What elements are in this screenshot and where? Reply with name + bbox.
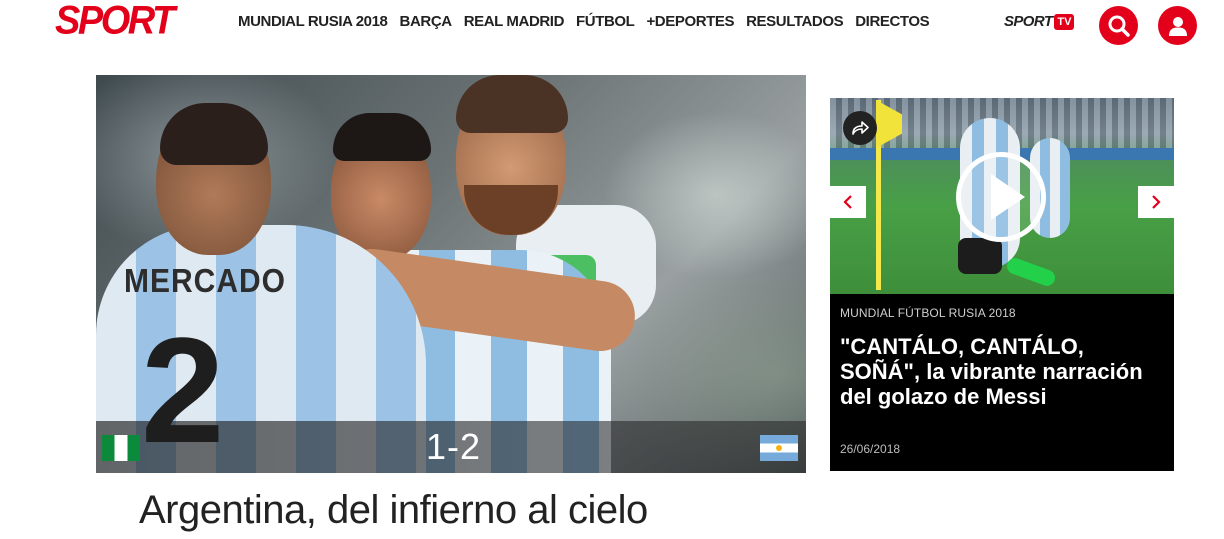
hero-headline[interactable]: Argentina, del infierno al cielo (139, 485, 648, 535)
sport-tv-link[interactable]: SPORT TV (1004, 12, 1075, 32)
score-bar: 1-2 (96, 421, 806, 473)
nav-item-resultados[interactable]: RESULTADOS (746, 12, 844, 32)
card-title[interactable]: "CANTÁLO, CANTÁLO, SOÑÁ", la vibrante na… (840, 334, 1165, 409)
nav-item-real-madrid[interactable]: REAL MADRID (464, 12, 565, 32)
sport-tv-word: SPORT (1004, 13, 1053, 30)
player-hair (333, 113, 431, 161)
argentina-flag-icon (760, 435, 798, 461)
user-icon (1168, 16, 1187, 36)
match-score: 1-2 (426, 426, 482, 467)
search-icon (1108, 15, 1130, 37)
nav-item-directos[interactable]: DIRECTOS (855, 12, 929, 32)
video-thumbnail[interactable] (830, 98, 1174, 294)
jersey-name: MERCADO (124, 263, 286, 300)
hero-image[interactable]: MERCADO 2 1-2 (96, 75, 806, 473)
user-button[interactable] (1158, 6, 1197, 45)
card-date: 26/06/2018 (840, 442, 901, 456)
prev-button[interactable] (830, 186, 866, 218)
main-nav: MUNDIAL RUSIA 2018 BARÇA REAL MADRID FÚT… (238, 12, 930, 32)
player-shorts (958, 238, 1002, 274)
nav-item-futbol[interactable]: FÚTBOL (576, 12, 635, 32)
nav-item-barca[interactable]: BARÇA (400, 12, 453, 32)
search-button[interactable] (1099, 6, 1138, 45)
nav-item-mundial[interactable]: MUNDIAL RUSIA 2018 (238, 12, 388, 32)
sport-logo[interactable]: SPORT (55, 0, 175, 42)
nigeria-flag-icon (102, 435, 140, 461)
video-card[interactable]: MUNDIAL FÚTBOL RUSIA 2018 "CANTÁLO, CANT… (830, 98, 1174, 471)
share-button[interactable] (843, 111, 877, 145)
share-icon (852, 121, 869, 135)
player-boot (1004, 255, 1058, 289)
nav-item-mas-deportes[interactable]: +DEPORTES (646, 12, 734, 32)
chevron-left-icon (843, 195, 852, 209)
card-kicker[interactable]: MUNDIAL FÚTBOL RUSIA 2018 (840, 306, 1016, 320)
next-button[interactable] (1138, 186, 1174, 218)
play-icon[interactable] (956, 152, 1046, 242)
player-hair (456, 75, 568, 133)
chevron-right-icon (1152, 195, 1161, 209)
sport-tv-badge: TV (1054, 14, 1075, 30)
site-header: SPORT MUNDIAL RUSIA 2018 BARÇA REAL MADR… (0, 0, 1224, 46)
